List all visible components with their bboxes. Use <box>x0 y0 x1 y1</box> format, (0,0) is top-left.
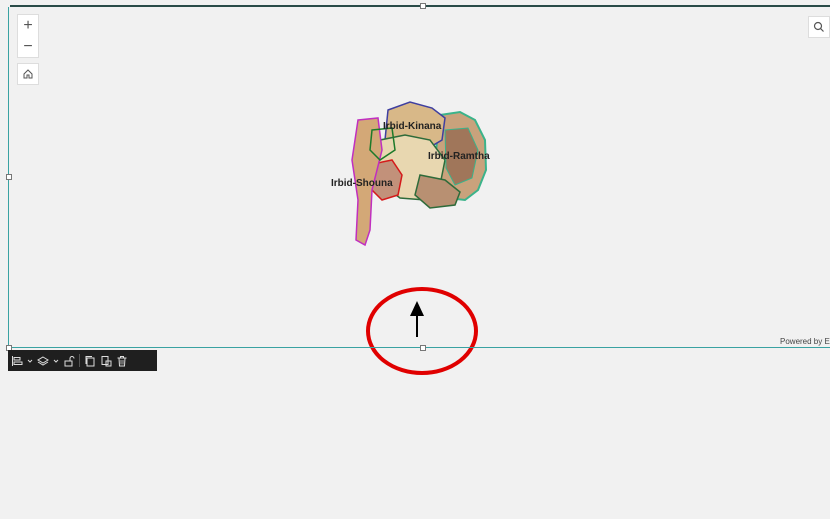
duplicate-icon <box>85 355 95 366</box>
resize-handle-left[interactable] <box>6 174 12 180</box>
layers-button[interactable] <box>37 350 49 371</box>
align-icon <box>12 355 23 366</box>
align-dropdown[interactable] <box>27 350 33 371</box>
selection-border-bottom <box>8 347 830 348</box>
region-label-ramtha: Irbid-Ramtha <box>428 151 490 162</box>
copy-style-button[interactable] <box>100 350 112 371</box>
duplicate-button[interactable] <box>84 350 96 371</box>
widget-toolbar <box>8 350 157 371</box>
map-attribution[interactable]: Powered by Esri <box>780 337 830 346</box>
search-button[interactable] <box>808 16 830 38</box>
home-icon <box>23 69 33 79</box>
region-label-shouna: Irbid-Shouna <box>331 178 393 189</box>
delete-button[interactable] <box>116 350 128 371</box>
home-button[interactable] <box>17 63 39 85</box>
toolbar-divider <box>79 354 80 367</box>
align-button[interactable] <box>11 350 23 371</box>
zoom-controls: + − <box>17 14 39 58</box>
resize-handle-top[interactable] <box>420 3 426 9</box>
lock-button[interactable] <box>63 350 75 371</box>
zoom-out-button[interactable]: − <box>18 36 38 57</box>
chevron-down-icon <box>53 359 59 363</box>
zoom-in-button[interactable]: + <box>18 15 38 36</box>
layers-icon <box>37 355 49 366</box>
map-layer: Irbid-Kinana Irbid-Ramtha Irbid-Shouna <box>331 101 490 375</box>
layers-dropdown[interactable] <box>53 350 59 371</box>
unlock-icon <box>64 355 75 366</box>
search-icon <box>813 21 824 32</box>
annotation-arrow-head <box>410 301 424 316</box>
chevron-down-icon <box>27 359 33 363</box>
trash-icon <box>117 355 127 366</box>
resize-handle-bottom[interactable] <box>420 345 426 351</box>
design-canvas: Irbid-Kinana Irbid-Ramtha Irbid-Shouna +… <box>0 0 830 519</box>
region-label-kinana: Irbid-Kinana <box>383 121 442 132</box>
annotation-circle <box>366 287 478 375</box>
copy-style-icon <box>101 355 112 366</box>
